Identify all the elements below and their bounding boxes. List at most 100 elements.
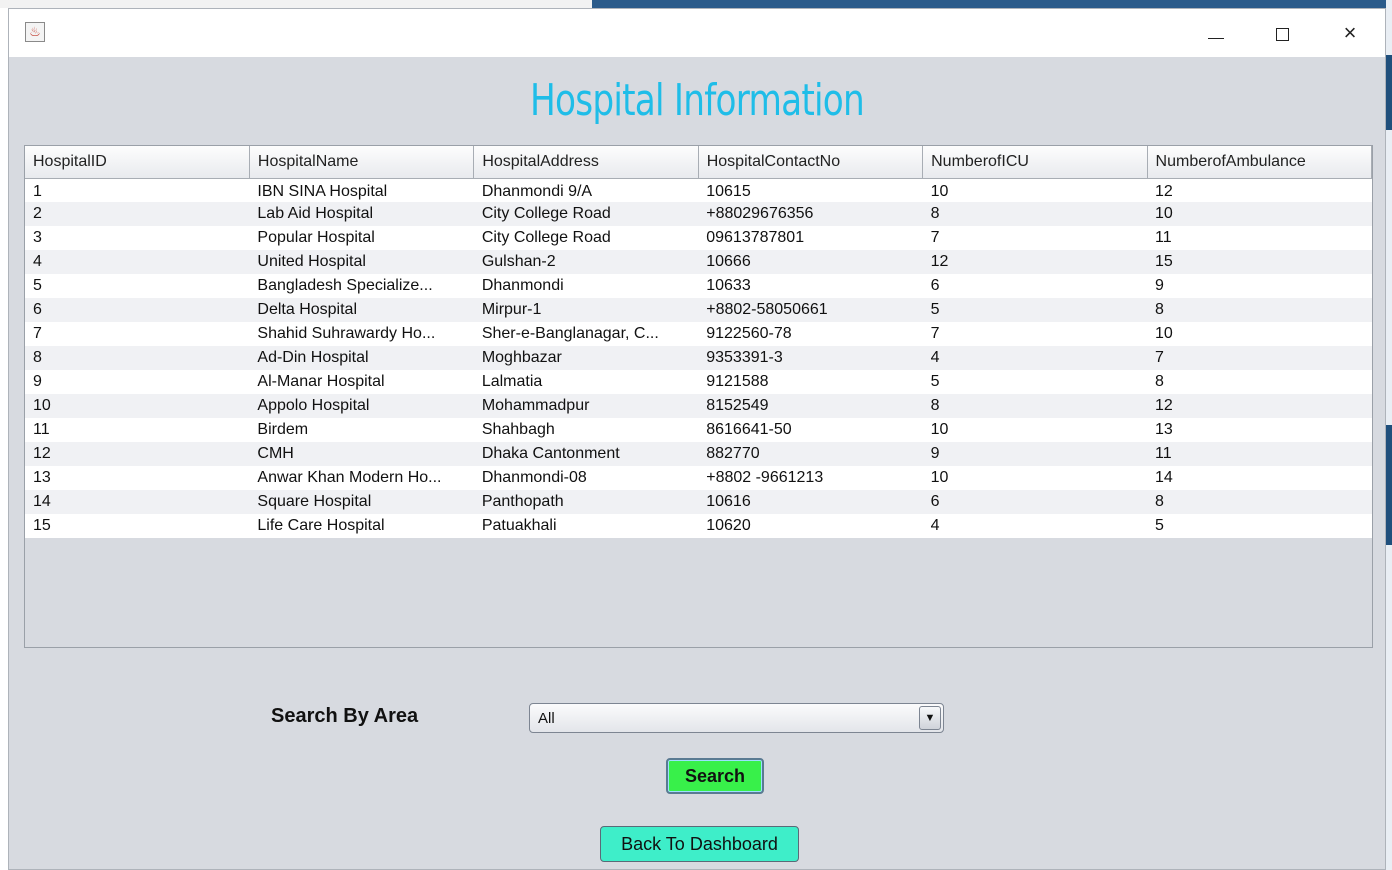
table-cell[interactable]: 13 <box>25 466 250 490</box>
table-cell[interactable]: Birdem <box>249 418 474 442</box>
table-cell[interactable]: 7 <box>922 226 1148 250</box>
table-cell[interactable]: 8 <box>1147 490 1372 514</box>
table-cell[interactable]: Shahid Suhrawardy Ho... <box>249 322 474 346</box>
table-cell[interactable]: 13 <box>1147 418 1372 442</box>
table-cell[interactable]: Appolo Hospital <box>249 394 474 418</box>
table-cell[interactable]: 8 <box>922 202 1148 226</box>
table-row[interactable]: 5 Bangladesh Specialize... Dhanmondi 10633 6… <box>25 274 1372 298</box>
table-cell[interactable]: 7 <box>25 322 250 346</box>
table-cell[interactable]: 15 <box>25 514 250 538</box>
table-cell[interactable]: CMH <box>249 442 474 466</box>
table-cell[interactable]: 9353391-3 <box>698 346 923 370</box>
table-cell[interactable]: Shahbagh <box>473 418 699 442</box>
table-cell[interactable]: 9 <box>25 370 250 394</box>
table-cell[interactable]: 10615 <box>698 178 923 202</box>
table-cell[interactable]: 6 <box>25 298 250 322</box>
table-cell[interactable]: 4 <box>922 346 1148 370</box>
table-cell[interactable]: 11 <box>25 418 250 442</box>
table-cell[interactable]: 10633 <box>698 274 923 298</box>
table-cell[interactable]: Bangladesh Specialize... <box>249 274 474 298</box>
table-cell[interactable]: 4 <box>25 250 250 274</box>
table-cell[interactable]: 12 <box>1147 394 1372 418</box>
table-cell[interactable]: 10 <box>25 394 250 418</box>
table-cell[interactable]: Patuakhali <box>473 514 699 538</box>
table-cell[interactable]: 5 <box>922 298 1148 322</box>
table-cell[interactable]: 8 <box>1147 370 1372 394</box>
table-row[interactable]: 14 Square Hospital Panthopath 10616 6 8 <box>25 490 1372 514</box>
table-cell[interactable]: 6 <box>922 490 1148 514</box>
table-cell[interactable]: 8152549 <box>698 394 923 418</box>
table-cell[interactable]: 10 <box>1147 322 1372 346</box>
search-button[interactable]: Search <box>666 758 764 794</box>
table-row[interactable]: 13 Anwar Khan Modern Ho... Dhanmondi-08 +88… <box>25 466 1372 490</box>
column-header[interactable]: HospitalAddress <box>473 146 699 179</box>
table-cell[interactable]: 9 <box>922 442 1148 466</box>
table-cell[interactable]: 3 <box>25 226 250 250</box>
table-cell[interactable]: 12 <box>1147 178 1372 202</box>
hospital-table-scrollpane[interactable]: HospitalID HospitalName HospitalAddress Hos… <box>24 145 1373 648</box>
table-cell[interactable]: City College Road <box>473 226 699 250</box>
area-select[interactable]: All ▼ <box>529 703 944 733</box>
table-row[interactable]: 6 Delta Hospital Mirpur-1 +8802-58050661 5 8 <box>25 298 1372 322</box>
java-app-icon[interactable]: ♨ <box>25 22 45 42</box>
table-cell[interactable]: 10 <box>922 178 1148 202</box>
table-cell[interactable]: +8802-58050661 <box>698 298 923 322</box>
table-cell[interactable]: Dhaka Cantonment <box>473 442 699 466</box>
title-bar[interactable]: ♨ × <box>9 9 1385 57</box>
table-cell[interactable]: IBN SINA Hospital <box>249 178 474 202</box>
table-cell[interactable]: 6 <box>922 274 1148 298</box>
table-cell[interactable]: Panthopath <box>473 490 699 514</box>
table-cell[interactable]: 12 <box>25 442 250 466</box>
column-header[interactable]: NumberofICU <box>922 146 1148 179</box>
table-cell[interactable]: Sher-e-Banglanagar, C... <box>473 322 699 346</box>
table-row[interactable]: 4 United Hospital Gulshan-2 10666 12 15 <box>25 250 1372 274</box>
table-row[interactable]: 10 Appolo Hospital Mohammadpur 8152549 8 12 <box>25 394 1372 418</box>
table-cell[interactable]: +88029676356 <box>698 202 923 226</box>
table-cell[interactable]: 8 <box>25 346 250 370</box>
table-cell[interactable]: 11 <box>1147 442 1372 466</box>
table-cell[interactable]: 10616 <box>698 490 923 514</box>
table-cell[interactable]: 882770 <box>698 442 923 466</box>
table-row[interactable]: 1 IBN SINA Hospital Dhanmondi 9/A 10615 10 12 <box>25 178 1372 202</box>
table-cell[interactable]: Ad-Din Hospital <box>249 346 474 370</box>
table-cell[interactable]: Mohammadpur <box>473 394 699 418</box>
table-cell[interactable]: 9122560-78 <box>698 322 923 346</box>
table-cell[interactable]: Square Hospital <box>249 490 474 514</box>
table-row[interactable]: 9 Al-Manar Hospital Lalmatia 9121588 5 8 <box>25 370 1372 394</box>
table-cell[interactable]: 10 <box>922 418 1148 442</box>
chevron-down-icon[interactable]: ▼ <box>919 706 941 730</box>
table-cell[interactable]: Life Care Hospital <box>249 514 474 538</box>
table-row[interactable]: 12 CMH Dhaka Cantonment 882770 9 11 <box>25 442 1372 466</box>
table-cell[interactable]: 9121588 <box>698 370 923 394</box>
table-cell[interactable]: Moghbazar <box>473 346 699 370</box>
table-row[interactable]: 11 Birdem Shahbagh 8616641-50 10 13 <box>25 418 1372 442</box>
table-row[interactable]: 2 Lab Aid Hospital City College Road +88029… <box>25 202 1372 226</box>
table-cell[interactable]: Gulshan-2 <box>473 250 699 274</box>
hospital-table[interactable]: HospitalID HospitalName HospitalAddress Hos… <box>25 146 1372 538</box>
column-header[interactable]: NumberofAmbulance <box>1147 146 1372 179</box>
table-cell[interactable]: Dhanmondi 9/A <box>473 178 699 202</box>
table-cell[interactable]: Mirpur-1 <box>473 298 699 322</box>
table-cell[interactable]: 10 <box>1147 202 1372 226</box>
minimize-button[interactable] <box>1193 9 1239 57</box>
table-cell[interactable]: Delta Hospital <box>249 298 474 322</box>
table-cell[interactable]: 7 <box>922 322 1148 346</box>
table-cell[interactable]: Popular Hospital <box>249 226 474 250</box>
table-cell[interactable]: Lalmatia <box>473 370 699 394</box>
table-cell[interactable]: Lab Aid Hospital <box>249 202 474 226</box>
table-cell[interactable]: 7 <box>1147 346 1372 370</box>
column-header[interactable]: HospitalContactNo <box>698 146 924 179</box>
table-cell[interactable]: 5 <box>25 274 250 298</box>
table-cell[interactable]: 10620 <box>698 514 923 538</box>
table-cell[interactable]: 5 <box>922 370 1148 394</box>
table-cell[interactable]: 2 <box>25 202 250 226</box>
table-cell[interactable]: 9 <box>1147 274 1372 298</box>
table-cell[interactable]: 8616641-50 <box>698 418 923 442</box>
table-cell[interactable]: City College Road <box>473 202 699 226</box>
table-cell[interactable]: United Hospital <box>249 250 474 274</box>
table-cell[interactable]: 8 <box>1147 298 1372 322</box>
table-cell[interactable]: 10 <box>922 466 1148 490</box>
table-cell[interactable]: +8802 -9661213 <box>698 466 923 490</box>
maximize-button[interactable] <box>1259 9 1305 57</box>
column-header[interactable]: HospitalID <box>25 146 250 179</box>
